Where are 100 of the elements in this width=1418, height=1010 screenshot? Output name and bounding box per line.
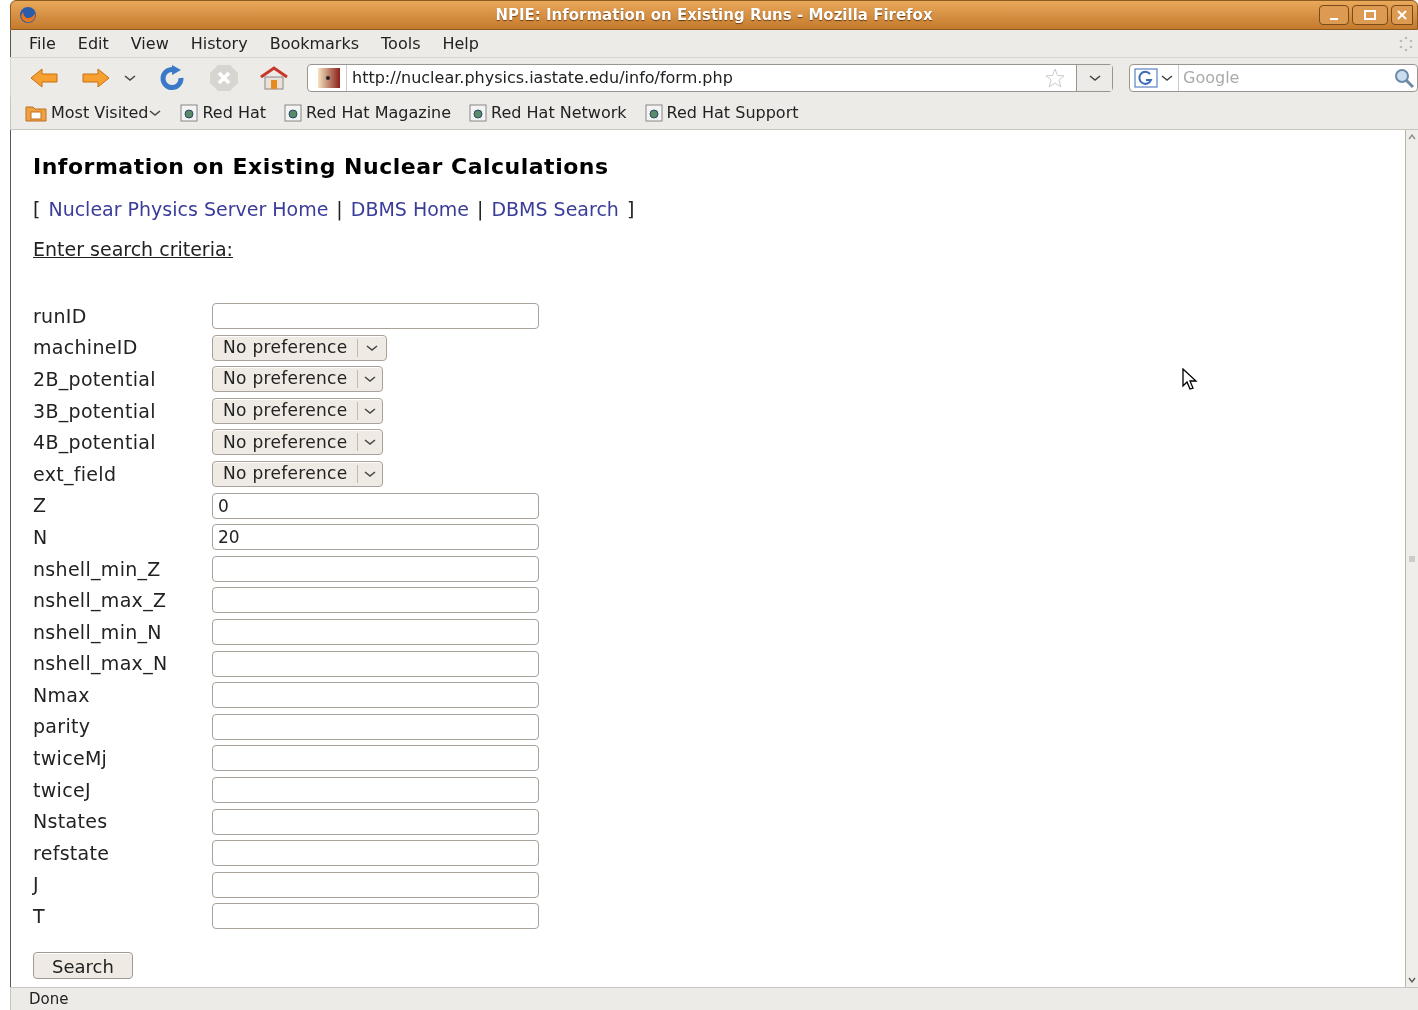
- forward-arrow-icon[interactable]: [81, 66, 111, 89]
- caret-icon: [365, 342, 380, 353]
- text-field[interactable]: [212, 555, 539, 582]
- text-field[interactable]: [212, 587, 539, 614]
- scroll-grip-icon: [1408, 554, 1416, 563]
- bookmark-link[interactable]: Red Hat Network: [469, 101, 627, 125]
- status-text: Done: [29, 988, 69, 1010]
- bookmark-link[interactable]: Red Hat Magazine: [284, 101, 452, 125]
- dropdown[interactable]: No preference: [212, 429, 384, 456]
- text-field[interactable]: [212, 808, 539, 835]
- dropdown[interactable]: No preference: [212, 460, 384, 487]
- menu-item[interactable]: Help: [442, 31, 479, 56]
- site-icon: [318, 67, 340, 88]
- scroll-up-icon[interactable]: [1407, 132, 1417, 142]
- text-field[interactable]: [212, 303, 539, 329]
- field-label: Nmax: [33, 682, 91, 708]
- caret-icon: [1087, 72, 1102, 83]
- text-field[interactable]: [212, 840, 539, 867]
- search-button[interactable]: Search: [33, 952, 133, 980]
- menu-item[interactable]: Edit: [77, 31, 109, 56]
- field-label: nshell_max_N: [33, 651, 169, 677]
- field-label: Nstates: [33, 809, 109, 835]
- text-field[interactable]: [212, 618, 539, 645]
- search-bar[interactable]: Google: [1129, 63, 1418, 92]
- field-label: nshell_min_Z: [33, 556, 162, 583]
- caret-icon: [363, 437, 378, 448]
- separator-text: |: [336, 197, 343, 223]
- minimize-icon: [1330, 18, 1338, 20]
- section-heading: Enter search criteria:: [33, 236, 233, 262]
- field-label: nshell_max_Z: [33, 588, 168, 614]
- home-icon[interactable]: [259, 65, 289, 90]
- bookmark-link[interactable]: Red Hat: [180, 101, 266, 125]
- bookmark-folder[interactable]: Most Visited: [25, 101, 163, 125]
- window-title: NPIE: Information on Existing Runs - Mozilla Firefox: [494, 4, 934, 26]
- field-label: twiceMj: [33, 746, 109, 772]
- field-label: N: [33, 524, 49, 550]
- menu-item[interactable]: History: [190, 31, 248, 56]
- text-field[interactable]: [212, 713, 539, 740]
- page-icon: [284, 104, 302, 122]
- address-bar[interactable]: http://nuclear.physics.iastate.edu/info/form.php: [307, 63, 1113, 92]
- field-label: machineID: [33, 335, 139, 361]
- text-field[interactable]: [212, 776, 539, 803]
- minimize-button[interactable]: [1319, 5, 1349, 25]
- url-text: http://nuclear.physics.iastate.edu/info/form.php: [352, 66, 733, 89]
- text-field[interactable]: [212, 745, 539, 772]
- browser-logo-icon: [19, 6, 37, 24]
- back-arrow-icon[interactable]: [29, 66, 59, 89]
- nav-link[interactable]: DBMS Home: [350, 195, 470, 224]
- page-icon: [469, 104, 488, 122]
- history-dropdown-icon[interactable]: [123, 72, 137, 83]
- field-label: 2B_potential: [33, 366, 157, 393]
- field-label: nshell_min_N: [33, 619, 163, 646]
- text-field[interactable]: [212, 871, 539, 898]
- menu-item[interactable]: Tools: [381, 31, 421, 56]
- caret-icon: [148, 108, 163, 118]
- text-field[interactable]: [212, 682, 539, 709]
- dropdown[interactable]: No preference: [212, 366, 384, 393]
- field-label: parity: [33, 714, 92, 740]
- caret-icon: [363, 405, 378, 416]
- vertical-scrollbar[interactable]: [1405, 130, 1418, 987]
- url-dropdown-button[interactable]: [1076, 64, 1112, 91]
- menu-item[interactable]: File: [29, 31, 56, 56]
- text-field[interactable]: [212, 650, 539, 677]
- maximize-button[interactable]: [1352, 5, 1388, 25]
- separator-text: |: [477, 197, 484, 223]
- close-button[interactable]: [1391, 5, 1413, 25]
- dropdown-caret-icon[interactable]: [1160, 72, 1174, 83]
- text-field[interactable]: 0: [212, 492, 539, 519]
- field-label: J: [33, 872, 40, 898]
- maximize-icon: [1364, 10, 1376, 20]
- field-label: ext_field: [33, 461, 118, 488]
- bracket-text: [: [33, 197, 41, 222]
- star-icon[interactable]: [1044, 66, 1066, 89]
- caret-icon: [363, 468, 378, 479]
- text-field[interactable]: 20: [212, 524, 539, 551]
- bracket-text: ]: [626, 197, 635, 222]
- scroll-down-icon[interactable]: [1407, 975, 1417, 985]
- page-icon: [644, 104, 663, 122]
- menu-item[interactable]: View: [130, 31, 169, 56]
- field-label: runID: [33, 303, 88, 329]
- field-label: 4B_potential: [33, 430, 157, 456]
- caret-icon: [363, 374, 378, 385]
- stop-icon[interactable]: [209, 63, 239, 92]
- search-engine-icon[interactable]: [1134, 67, 1158, 88]
- page-heading: Information on Existing Nuclear Calculations: [33, 153, 610, 181]
- folder-icon: [25, 104, 47, 122]
- page-icon: [180, 104, 199, 122]
- text-field[interactable]: [212, 903, 539, 930]
- field-label: Z: [33, 493, 48, 519]
- nav-link[interactable]: DBMS Search: [491, 195, 619, 224]
- nav-link[interactable]: Nuclear Physics Server Home: [48, 195, 329, 224]
- dropdown[interactable]: No preference: [212, 397, 384, 424]
- field-label: twiceJ: [33, 777, 92, 803]
- bookmark-link[interactable]: Red Hat Support: [644, 101, 799, 125]
- menu-item[interactable]: Bookmarks: [269, 31, 360, 56]
- throbber-icon: [1398, 36, 1414, 52]
- dropdown[interactable]: No preference: [212, 334, 388, 361]
- search-field[interactable]: Google: [1183, 65, 1373, 90]
- close-icon: [1397, 10, 1407, 20]
- search-icon[interactable]: [1393, 66, 1415, 89]
